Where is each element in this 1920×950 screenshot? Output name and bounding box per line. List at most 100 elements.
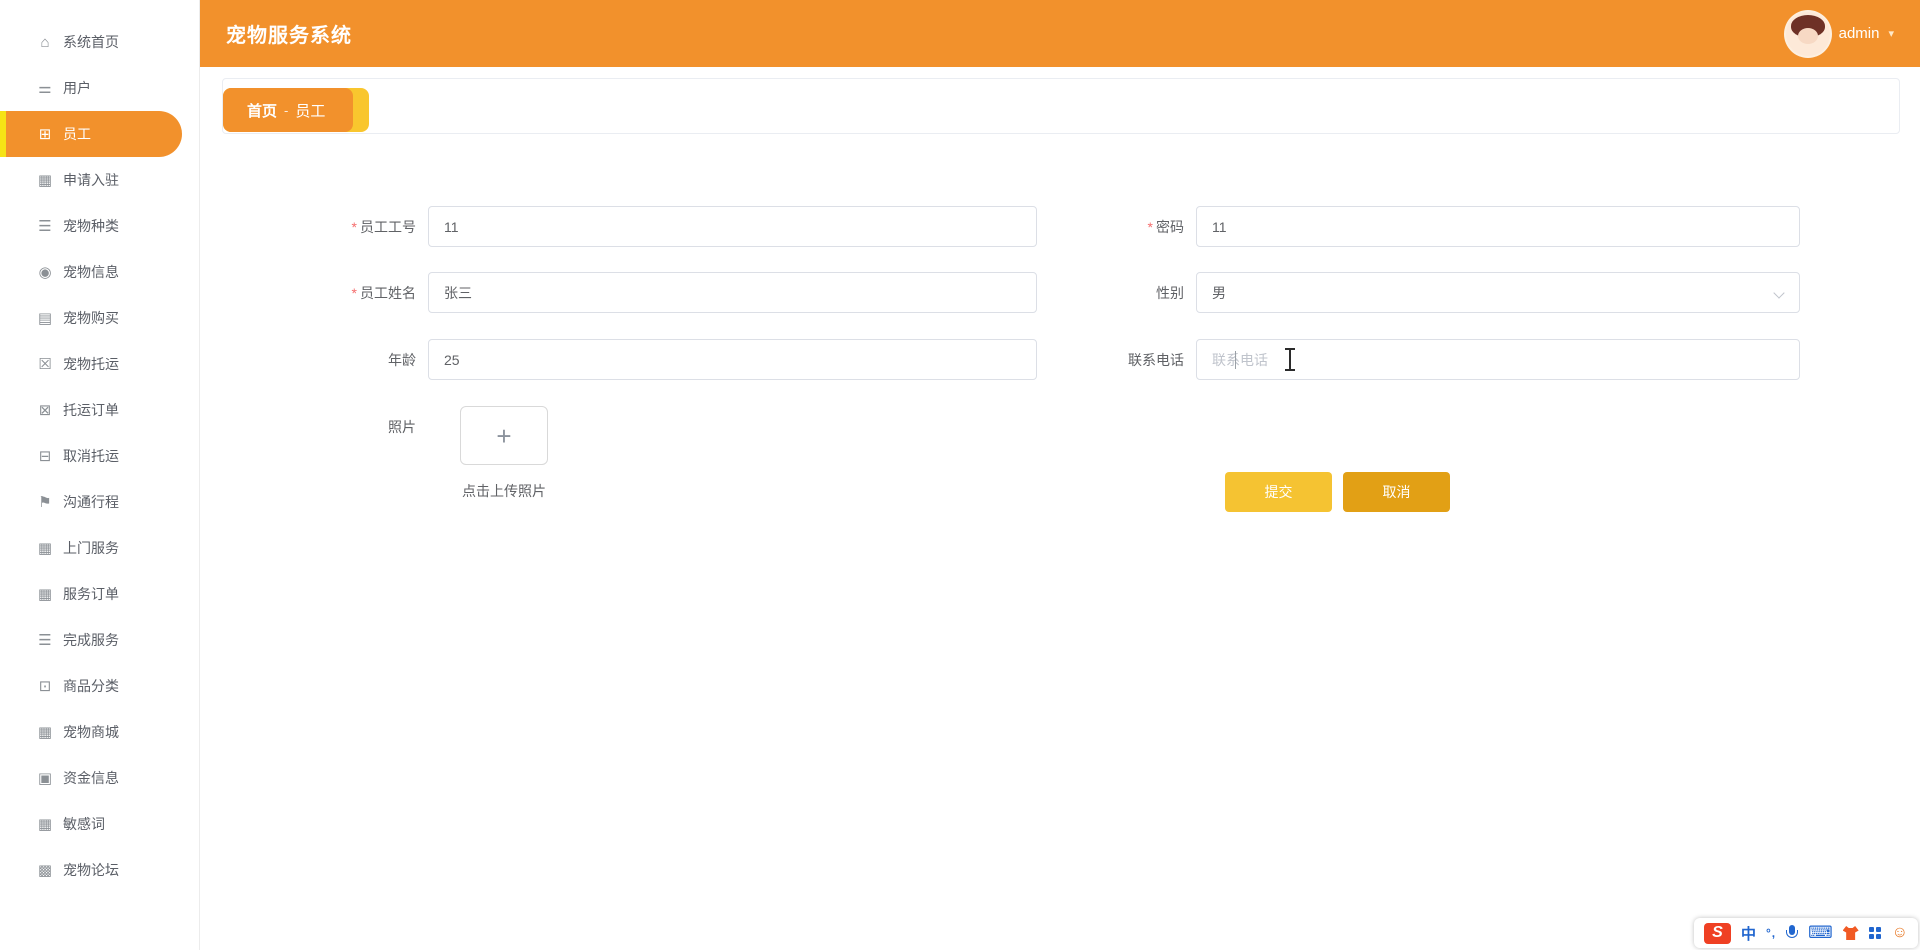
sidebar-item-label: 沟通行程 [63,494,119,510]
list-icon: ☰ [38,631,52,649]
clipboard-icon: ▣ [37,769,53,787]
sidebar-item-label: 用户 [63,80,91,96]
sidebar-item-label: 商品分类 [63,678,119,694]
form-item-age: 年龄 [318,339,1037,380]
field-label: 联系电话 [1128,351,1184,368]
sidebar-item-trip-comm[interactable]: ⚑ 沟通行程 [0,479,199,525]
sidebar-item-users[interactable]: ⚌ 用户 [0,65,199,111]
mouse-text-cursor [1284,347,1296,373]
employee-name-input[interactable] [428,272,1037,313]
ime-toolbar: S 中 °, ⌨ ☺ [1693,918,1918,948]
keyboard-icon[interactable]: ⌨ [1808,923,1833,943]
topbar: 宠物服务系统 admin ▾ [200,0,1920,67]
sidebar: ⌂ 系统首页 ⚌ 用户 ⊞ 员工 ▦ 申请入驻 ☰ 宠物种类 ◉ 宠物信息 ▤ 宠物购买 ☒ 宠物托运 ⊠ 托运订… [0,0,200,950]
form-item-password: * 密码 [1086,206,1800,247]
username: admin [1838,25,1880,42]
book-icon: ▤ [37,309,53,327]
sidebar-item-pet-info[interactable]: ◉ 宠物信息 [0,249,199,295]
form-item-employee-id: * 员工工号 [318,206,1037,247]
sidebar-item-pet-mall[interactable]: ▦ 宠物商城 [0,709,199,755]
sidebar-item-employees[interactable]: ⊞ 员工 [0,111,182,157]
form-item-employee-name: * 员工姓名 [318,272,1037,313]
field-label: 性别 [1156,284,1184,301]
field-label: * 员工工号 [351,218,416,235]
sidebar-item-door-service[interactable]: ▦ 上门服务 [0,525,199,571]
breadcrumb-separator: - [284,102,289,118]
gender-select[interactable]: 男 [1196,272,1800,313]
app-title: 宠物服务系统 [226,25,352,47]
breadcrumb: 首页 - 员工 [222,78,1900,134]
sidebar-item-apply-settle[interactable]: ▦ 申请入驻 [0,157,199,203]
sidebar-item-label: 宠物购买 [63,310,119,326]
sidebar-item-label: 完成服务 [63,632,119,648]
punctuation-icon[interactable]: °, [1766,926,1776,940]
required-mark: * [351,218,357,235]
pin-icon: ◉ [38,263,52,281]
sidebar-item-label: 员工 [63,126,91,142]
sidebar-item-label: 托运订单 [63,402,119,418]
sidebar-item-pet-purchase[interactable]: ▤ 宠物购买 [0,295,199,341]
field-label: * 员工姓名 [351,284,416,301]
sidebar-item-label: 宠物种类 [63,218,119,234]
sidebar-item-pet-forum[interactable]: ▩ 宠物论坛 [0,847,199,893]
grid-icon: ⊞ [38,125,52,143]
plus-icon: + [496,420,512,451]
password-input[interactable] [1196,206,1800,247]
toolbox-icon[interactable] [1868,926,1874,932]
avatar[interactable] [1785,11,1830,56]
chevron-down-icon[interactable]: ▾ [1888,27,1894,40]
sidebar-item-service-orders[interactable]: ▦ 服务订单 [0,571,199,617]
grid-icon: ▦ [37,171,53,189]
sidebar-item-label: 取消托运 [63,448,119,464]
cancel-button[interactable]: 取消 [1343,472,1450,512]
sidebar-item-done-service[interactable]: ☰ 完成服务 [0,617,199,663]
chinese-mode-icon[interactable]: 中 [1741,923,1756,944]
sidebar-item-label: 宠物信息 [63,264,119,280]
monitor-icon: ⊡ [38,677,52,695]
sidebar-item-goods-category[interactable]: ⊡ 商品分类 [0,663,199,709]
mic-icon[interactable] [1786,925,1799,941]
submit-button[interactable]: 提交 [1225,472,1332,512]
gender-value: 男 [1212,284,1226,301]
sidebar-item-label: 系统首页 [63,34,119,50]
sidebar-item-label: 资金信息 [63,770,119,786]
page: ⌂ 系统首页 ⚌ 用户 ⊞ 员工 ▦ 申请入驻 ☰ 宠物种类 ◉ 宠物信息 ▤ 宠物购买 ☒ 宠物托运 ⊠ 托运订… [0,0,1920,950]
sidebar-item-pet-types[interactable]: ☰ 宠物种类 [0,203,199,249]
sidebar-item-label: 宠物托运 [63,356,119,372]
breadcrumb-current: 员工 [295,102,326,120]
list-icon: ☰ [38,217,52,235]
age-input[interactable] [428,339,1037,380]
sidebar-item-sensitive-words[interactable]: ▦ 敏感词 [0,801,199,847]
sidebar-item-shipping-orders[interactable]: ⊠ 托运订单 [0,387,199,433]
sidebar-item-pet-shipping[interactable]: ☒ 宠物托运 [0,341,199,387]
grid-icon: ▦ [37,815,53,833]
sidebar-item-fund-info[interactable]: ▣ 资金信息 [0,755,199,801]
form-item-phone: 联系电话 [1086,339,1800,380]
sidebar-item-system-home[interactable]: ⌂ 系统首页 [0,19,199,65]
sidebar-item-cancel-shipping[interactable]: ⊟ 取消托运 [0,433,199,479]
employee-id-input[interactable] [428,206,1037,247]
sidebar-item-label: 申请入驻 [63,172,119,188]
sogou-logo[interactable]: S [1703,922,1731,944]
ticket-icon: ⊠ [38,401,52,419]
required-mark: * [1147,218,1153,235]
chevron-down-icon [1773,287,1785,299]
sidebar-item-label: 服务订单 [63,586,119,602]
main-area: 宠物服务系统 admin ▾ 首页 - 员工 *员工工号 *密码 [200,0,1920,950]
user-menu[interactable]: admin ▾ [1785,11,1894,56]
grid-icon: ▦ [37,585,53,603]
field-label: 年龄 [388,351,416,368]
skin-icon[interactable] [1842,926,1859,940]
breadcrumb-chip: 首页 - 员工 [223,88,353,132]
sliders-icon: ⚌ [38,79,52,97]
emoji-icon[interactable]: ☺ [1892,924,1908,942]
sidebar-item-label: 宠物论坛 [63,862,119,878]
grid-icon: ▦ [37,539,53,557]
sidebar-menu: ⌂ 系统首页 ⚌ 用户 ⊞ 员工 ▦ 申请入驻 ☰ 宠物种类 ◉ 宠物信息 ▤ 宠物购买 ☒ 宠物托运 ⊠ 托运订… [0,0,199,893]
home-icon: ⌂ [40,33,50,51]
text-caret [1235,351,1236,369]
photo-upload-box[interactable]: + [460,406,548,465]
breadcrumb-home[interactable]: 首页 [247,100,277,121]
grid-icon: ▦ [37,723,53,741]
clipboard-x-icon: ☒ [38,355,52,373]
